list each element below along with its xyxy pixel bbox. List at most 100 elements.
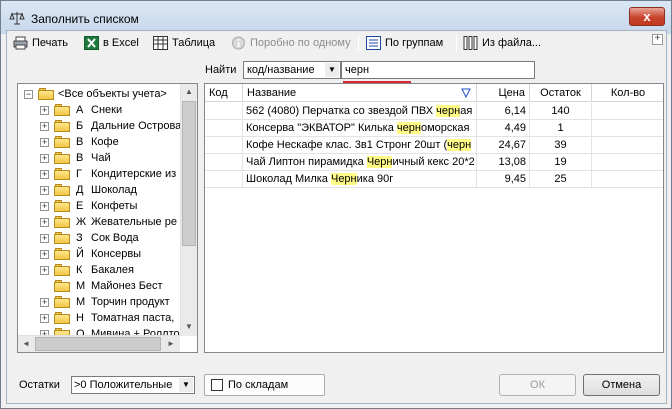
by-warehouse-checkbox[interactable]	[211, 379, 223, 391]
expand-icon[interactable]: +	[40, 218, 49, 227]
excel-button[interactable]: в Excel	[84, 33, 144, 53]
tree-item[interactable]: + В Кофе	[18, 134, 183, 150]
tree-item[interactable]: + М Торчин продукт	[18, 294, 183, 310]
tree-item[interactable]: + Д Шоколад	[18, 182, 183, 198]
cell-code	[205, 103, 243, 120]
tree-item[interactable]: М Майонез Бест	[18, 278, 183, 294]
tree-item-label: Чай	[91, 152, 111, 164]
cell-price-value: 4,49	[504, 122, 526, 134]
tree-item[interactable]: + Г Кондитерские из	[18, 166, 183, 182]
category-tree: − <Все объекты учета> + А Снеки + Б Дальние О…	[17, 83, 198, 353]
tree-item[interactable]: + Н Томатная паста,	[18, 310, 183, 326]
column-header-code[interactable]: Код	[205, 84, 243, 102]
item-name-text: ика 90г	[356, 173, 394, 185]
expand-icon[interactable]: +	[40, 250, 49, 259]
scroll-left-icon[interactable]: ◄	[18, 336, 34, 352]
tree-item[interactable]: + Й Консервы	[18, 246, 183, 262]
expand-icon[interactable]: +	[40, 154, 49, 163]
tree-item-label: Конфеты	[91, 200, 138, 212]
tree-item-letter: М	[76, 296, 86, 308]
cell-qty[interactable]	[592, 137, 663, 154]
expand-icon[interactable]: +	[40, 186, 49, 195]
from-file-button[interactable]: Из файла...	[463, 33, 549, 53]
column-stock-label: Остаток	[540, 87, 581, 99]
search-input[interactable]: черн	[341, 61, 535, 79]
window-title: Заполнить списком	[31, 12, 139, 26]
tree-item[interactable]: + З Сок Вода	[18, 230, 183, 246]
cell-name: Шоколад Милка Черника 90г	[243, 171, 477, 188]
tree-item-label: Кофе	[91, 136, 119, 148]
ok-button[interactable]: ОК	[499, 374, 576, 396]
tree-item[interactable]: + Ж Жевательные ре	[18, 214, 183, 230]
expand-icon[interactable]: +	[40, 122, 49, 131]
table-button[interactable]: Таблица	[153, 33, 219, 53]
column-header-stock[interactable]: Остаток	[530, 84, 592, 102]
folder-icon	[38, 88, 54, 100]
sort-down-icon[interactable]	[461, 88, 471, 98]
tree-item[interactable]: + В Чай	[18, 150, 183, 166]
dropdown-arrow-icon[interactable]: ▼	[179, 378, 193, 392]
print-button[interactable]: Печать	[13, 33, 73, 53]
cell-qty[interactable]	[592, 120, 663, 137]
one-by-one-button[interactable]: Поробно по одному	[231, 33, 353, 53]
expand-icon[interactable]: +	[40, 314, 49, 323]
scroll-down-icon[interactable]: ▼	[181, 319, 197, 335]
tree-item[interactable]: + Б Дальние Острова	[18, 118, 183, 134]
groups-icon	[366, 36, 381, 50]
cell-qty[interactable]	[592, 171, 663, 188]
item-name-text: Консерва "ЭКВАТОР" Килька	[246, 122, 397, 134]
scroll-right-icon[interactable]: ►	[163, 336, 179, 352]
column-header-qty[interactable]: Кол-во	[592, 84, 663, 102]
tree-vertical-scrollbar[interactable]: ▲ ▼	[180, 84, 197, 336]
by-warehouse-toggle[interactable]: По складам	[204, 374, 325, 396]
item-name-text: Чай Липтон пирамидка	[246, 156, 367, 168]
toolbar: Печать в Excel Таблица Поробно по одному…	[7, 31, 666, 55]
tree-item-letter: Ж	[76, 216, 87, 228]
item-name-text: Кофе Нескафе клас. 3в1 Стронг 20шт (	[246, 139, 448, 151]
collapse-icon[interactable]: −	[24, 90, 33, 99]
tree-item-letter: В	[76, 136, 84, 148]
scroll-thumb[interactable]	[182, 101, 196, 246]
expand-icon[interactable]: +	[40, 138, 49, 147]
tree-item-label: Торчин продукт	[91, 296, 170, 308]
scroll-up-icon[interactable]: ▲	[181, 84, 197, 100]
tree-item-letter: З	[76, 232, 83, 244]
toolbar-separator	[456, 35, 457, 52]
dropdown-arrow-icon[interactable]: ▼	[325, 63, 339, 77]
expand-toggle[interactable]: +	[652, 34, 663, 45]
expand-icon[interactable]: +	[40, 170, 49, 179]
tree-root[interactable]: − <Все объекты учета>	[18, 86, 188, 102]
expand-icon[interactable]: +	[40, 202, 49, 211]
by-groups-button[interactable]: По группам	[366, 33, 446, 53]
tree-horizontal-scrollbar[interactable]: ◄ ►	[18, 335, 180, 352]
item-name-text: ичный кекс 20*2	[392, 156, 475, 168]
tree-item-letter: К	[76, 264, 83, 276]
item-name-text: 562 (4080) Перчатка со звездой ПВХ	[246, 105, 437, 117]
column-header-name[interactable]: Название	[243, 84, 477, 102]
cell-qty[interactable]	[592, 154, 663, 171]
search-mode-select[interactable]: код/название ▼	[243, 61, 341, 79]
column-header-price[interactable]: Цена	[477, 84, 530, 102]
cell-price-value: 13,08	[498, 156, 526, 168]
dialog-body: Печать в Excel Таблица Поробно по одному…	[6, 30, 667, 404]
folder-icon	[54, 184, 70, 196]
cell-qty[interactable]	[592, 103, 663, 120]
cell-code-value	[205, 105, 211, 117]
expand-icon[interactable]: +	[40, 266, 49, 275]
close-button[interactable]: x	[629, 7, 665, 26]
scroll-thumb[interactable]	[35, 337, 161, 351]
expand-icon[interactable]: +	[40, 234, 49, 243]
info-icon	[232, 36, 245, 50]
cell-code	[205, 154, 243, 171]
tree-item[interactable]: + К Бакалея	[18, 262, 183, 278]
tree-item[interactable]: + А Снеки	[18, 102, 183, 118]
cell-code-value	[205, 173, 211, 185]
tree-item-letter: Г	[76, 168, 82, 180]
stock-filter-select[interactable]: >0 Положительные ▼	[71, 376, 195, 394]
expand-icon[interactable]: +	[40, 106, 49, 115]
tree-item[interactable]: + Е Конфеты	[18, 198, 183, 214]
table-label: Таблица	[172, 37, 216, 49]
cancel-button[interactable]: Отмена	[583, 374, 660, 396]
by-warehouse-label: По складам	[228, 379, 289, 391]
expand-icon[interactable]: +	[40, 298, 49, 307]
